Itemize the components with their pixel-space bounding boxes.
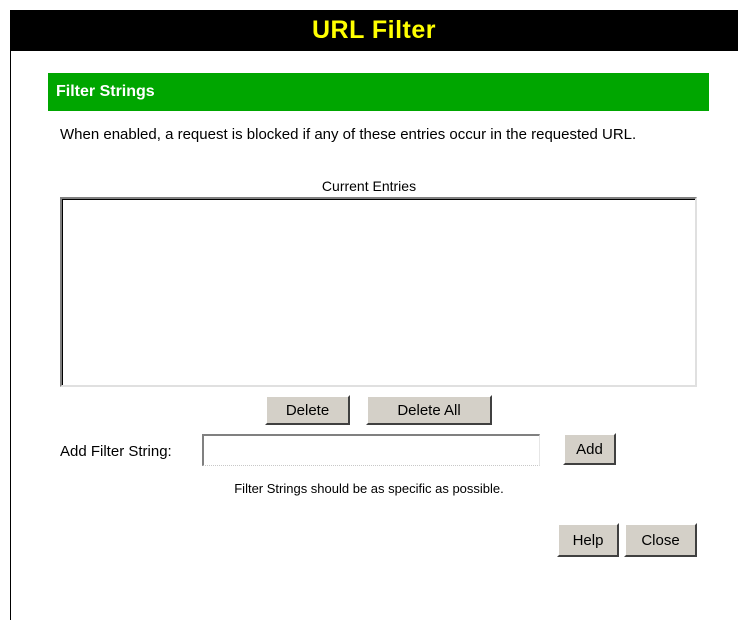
title-bar: URL Filter <box>10 10 738 51</box>
hint-text: Filter Strings should be as specific as … <box>234 481 504 496</box>
left-border <box>10 51 11 620</box>
section-title: Filter Strings <box>56 83 155 100</box>
add-filter-label: Add Filter String: <box>60 443 172 460</box>
delete-button[interactable]: Delete <box>265 395 350 425</box>
current-entries-label: Current Entries <box>321 178 417 194</box>
close-button[interactable]: Close <box>624 523 697 557</box>
add-button[interactable]: Add <box>563 433 616 465</box>
current-entries-list[interactable] <box>60 197 697 387</box>
page-title: URL Filter <box>312 16 436 44</box>
description-text: When enabled, a request is blocked if an… <box>60 126 637 143</box>
delete-all-button[interactable]: Delete All <box>366 395 492 425</box>
add-filter-input[interactable] <box>202 434 540 466</box>
help-button[interactable]: Help <box>557 523 619 557</box>
section-header: Filter Strings <box>48 73 709 111</box>
